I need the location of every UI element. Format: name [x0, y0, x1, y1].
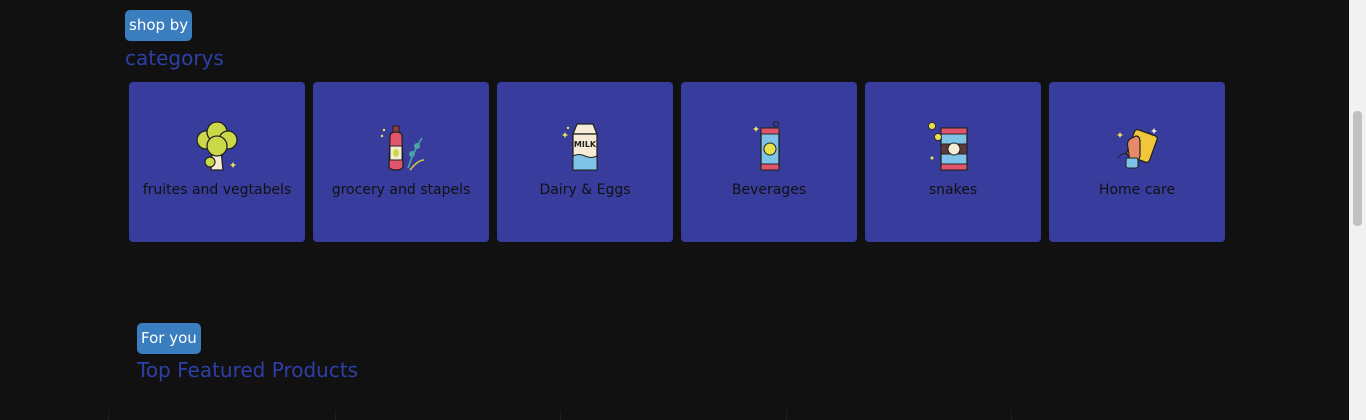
- shop-by-badge: shop by: [125, 10, 193, 41]
- category-card-dairy-eggs[interactable]: MILK Dairy & Eggs: [497, 82, 673, 242]
- milk-carton-icon: MILK: [562, 123, 598, 171]
- product-grid-edge: [100, 410, 1060, 420]
- category-card-snacks[interactable]: snakes: [865, 82, 1041, 242]
- oil-bottle-icon: [380, 125, 425, 171]
- broccoli-icon: [196, 121, 238, 171]
- category-label: snakes: [928, 182, 978, 198]
- category-card-fruits-vegetables[interactable]: fruites and vegtabels: [129, 82, 305, 242]
- category-label: Home care: [1098, 182, 1176, 198]
- category-card-beverages[interactable]: Beverages: [681, 82, 857, 242]
- category-label: Dairy & Eggs: [539, 182, 631, 198]
- categories-title: categorys: [125, 46, 224, 70]
- category-card-grocery-staples[interactable]: grocery and stapels: [313, 82, 489, 242]
- snack-can-icon: [928, 122, 968, 171]
- scrollbar-thumb[interactable]: [1353, 111, 1362, 226]
- featured-products-title: Top Featured Products: [137, 358, 359, 382]
- category-list: fruites and vegtabels grocery and stapel…: [129, 82, 1225, 242]
- category-card-home-care[interactable]: Home care: [1049, 82, 1225, 242]
- for-you-badge: For you: [137, 323, 201, 354]
- svg-text:MILK: MILK: [574, 140, 597, 149]
- page-scrollbar[interactable]: [1349, 0, 1366, 420]
- soda-can-icon: [753, 121, 780, 171]
- category-label: grocery and stapels: [331, 182, 471, 198]
- cleaning-sponge-icon: [1117, 128, 1158, 169]
- category-label: fruites and vegtabels: [142, 182, 292, 198]
- category-label: Beverages: [731, 182, 807, 198]
